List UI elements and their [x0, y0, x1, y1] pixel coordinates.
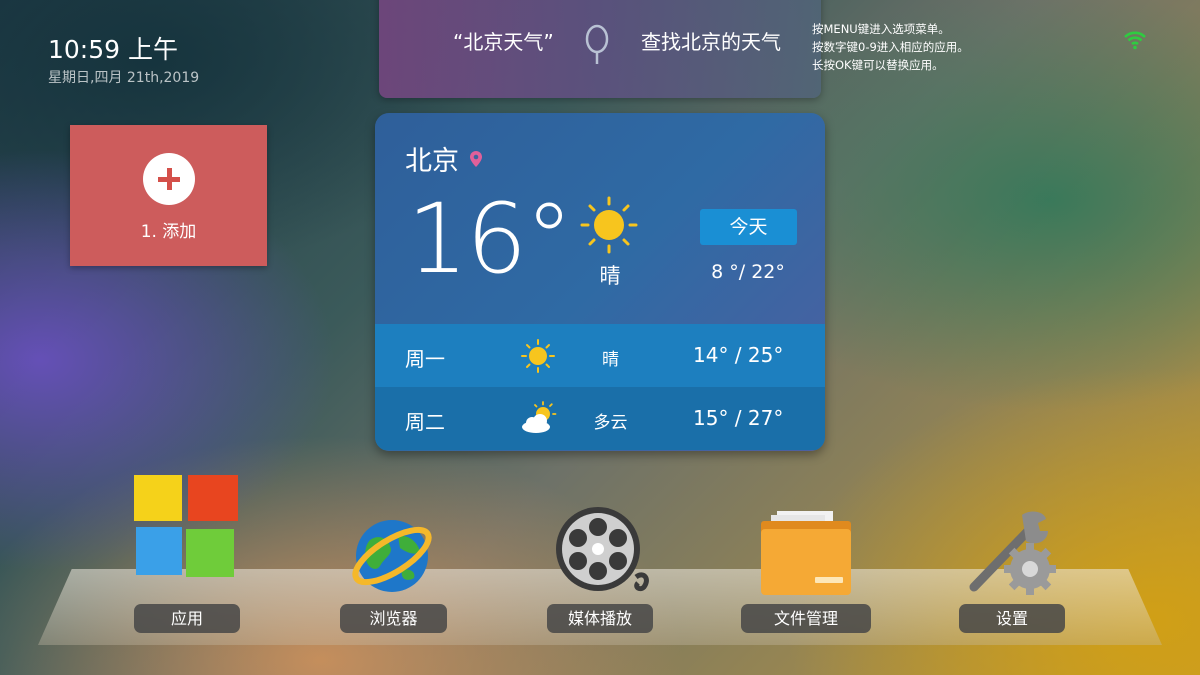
sun-icon — [580, 196, 638, 254]
dock-label-files[interactable]: 文件管理 — [741, 604, 871, 633]
current-temperature: 16° — [407, 183, 573, 295]
folder-icon[interactable] — [759, 507, 853, 597]
microphone-icon — [585, 24, 609, 64]
hint-menu: 按MENU键进入选项菜单。 — [812, 22, 950, 36]
forecast-condition: 晴 — [602, 350, 619, 370]
sun-icon — [521, 339, 555, 373]
forecast-row: 周二 多云 15° / 27° — [375, 387, 825, 450]
current-condition: 晴 — [599, 264, 621, 288]
weather-widget[interactable]: 北京 16° 晴 今天 8 °/ 22° 周一 晴 14° / 25° 周二 多… — [375, 113, 825, 451]
hint-number: 按数字键0-9进入相应的应用。 — [812, 40, 969, 54]
forecast-day: 周二 — [405, 410, 445, 434]
dock-label-media[interactable]: 媒体播放 — [547, 604, 653, 633]
apps-grid-icon[interactable] — [132, 473, 240, 581]
clock-date: 星期日,四月 21th,2019 — [48, 70, 200, 86]
weather-city: 北京 — [405, 146, 459, 177]
voice-query: “北京天气” — [453, 30, 554, 54]
key-hints: 按MENU键进入选项菜单。 按数字键0-9进入相应的应用。 长按OK键可以替换应… — [812, 20, 1032, 74]
partly-cloudy-icon — [522, 401, 557, 433]
browser-globe-icon[interactable] — [348, 510, 436, 598]
clock-time: 10:59 上午 — [48, 35, 178, 64]
forecast-condition: 多云 — [593, 413, 628, 433]
add-app-label: 1. 添加 — [140, 222, 197, 242]
forecast-range: 15° / 27° — [693, 406, 784, 430]
forecast-range: 14° / 25° — [693, 343, 784, 367]
settings-wrench-icon[interactable] — [966, 507, 1058, 595]
dock-label-apps[interactable]: 应用 — [134, 604, 240, 633]
hint-ok: 长按OK键可以替换应用。 — [812, 58, 944, 72]
dock-label-browser[interactable]: 浏览器 — [340, 604, 447, 633]
forecast-day: 周一 — [405, 347, 445, 371]
forecast-row: 周一 晴 14° / 25° — [375, 324, 825, 387]
voice-answer: 查找北京的天气 — [641, 30, 781, 54]
today-temperature-range: 8 °/ 22° — [711, 261, 785, 283]
wifi-icon — [1124, 31, 1146, 50]
add-app-tile[interactable]: 1. 添加 — [70, 125, 267, 266]
today-badge: 今天 — [700, 209, 797, 245]
plus-icon — [143, 153, 195, 205]
dock-label-settings[interactable]: 设置 — [959, 604, 1065, 633]
film-reel-icon[interactable] — [554, 505, 658, 597]
location-pin-icon — [470, 151, 482, 167]
voice-assistant-panel[interactable]: “北京天气” 查找北京的天气 — [379, 0, 821, 98]
